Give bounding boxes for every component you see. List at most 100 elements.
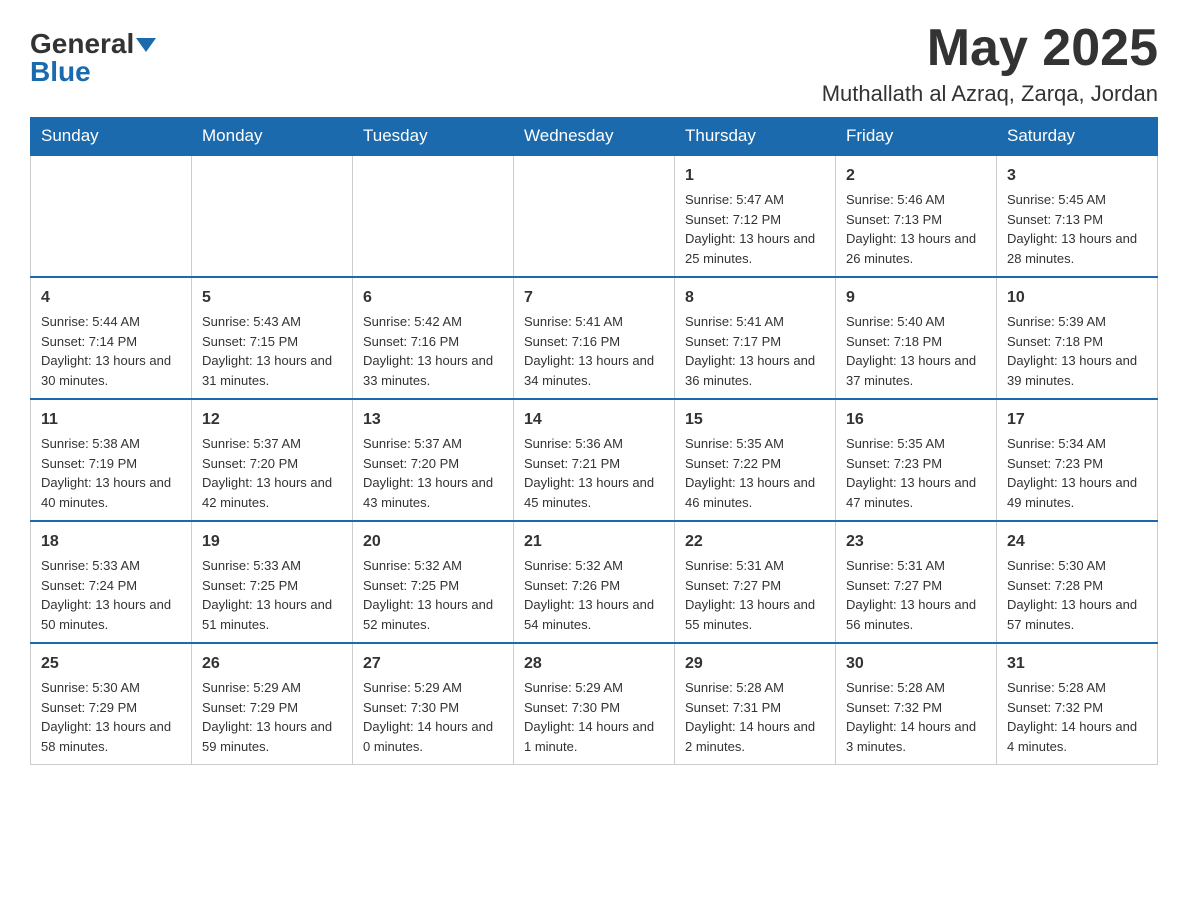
calendar-week-row: 1 Sunrise: 5:47 AM Sunset: 7:12 PM Daylig…: [31, 155, 1158, 277]
calendar-cell: 3Sunrise: 5:45 AM Sunset: 7:13 PM Daylig…: [997, 155, 1158, 277]
calendar-cell: 6 Sunrise: 5:42 AM Sunset: 7:16 PM Daylig…: [353, 277, 514, 399]
sun-info: Sunrise: 5:41 AM Sunset: 7:16 PM Dayligh…: [524, 314, 654, 388]
location-title: Muthallath al Azraq, Zarqa, Jordan: [822, 81, 1158, 107]
sun-info: Sunrise: 5:45 AM Sunset: 7:13 PM Dayligh…: [1007, 192, 1137, 266]
calendar-cell: [31, 155, 192, 277]
calendar-cell: 4 Sunrise: 5:44 AM Sunset: 7:14 PM Daylig…: [31, 277, 192, 399]
calendar-cell: 1 Sunrise: 5:47 AM Sunset: 7:12 PM Daylig…: [675, 155, 836, 277]
day-number: 1: [685, 164, 825, 188]
day-number: 8: [685, 286, 825, 310]
calendar-cell: 26Sunrise: 5:29 AM Sunset: 7:29 PM Dayli…: [192, 643, 353, 765]
day-number: 30: [846, 652, 986, 676]
header-monday: Monday: [192, 118, 353, 156]
calendar-cell: 15 Sunrise: 5:35 AM Sunset: 7:22 PM Dayli…: [675, 399, 836, 521]
day-number: 15: [685, 408, 825, 432]
sun-info: Sunrise: 5:33 AM Sunset: 7:25 PM Dayligh…: [202, 558, 332, 632]
day-number: 27: [363, 652, 503, 676]
sun-info: Sunrise: 5:33 AM Sunset: 7:24 PM Dayligh…: [41, 558, 171, 632]
sun-info: Sunrise: 5:46 AM Sunset: 7:13 PM Dayligh…: [846, 192, 976, 266]
day-number: 12: [202, 408, 342, 432]
sun-info: Sunrise: 5:29 AM Sunset: 7:29 PM Dayligh…: [202, 680, 332, 754]
calendar-week-row: 18Sunrise: 5:33 AM Sunset: 7:24 PM Dayli…: [31, 521, 1158, 643]
calendar-cell: 25 Sunrise: 5:30 AM Sunset: 7:29 PM Dayli…: [31, 643, 192, 765]
day-number: 2: [846, 164, 986, 188]
day-number: 28: [524, 652, 664, 676]
sun-info: Sunrise: 5:32 AM Sunset: 7:26 PM Dayligh…: [524, 558, 654, 632]
sun-info: Sunrise: 5:43 AM Sunset: 7:15 PM Dayligh…: [202, 314, 332, 388]
day-number: 13: [363, 408, 503, 432]
sun-info: Sunrise: 5:30 AM Sunset: 7:29 PM Dayligh…: [41, 680, 171, 754]
calendar-cell: 21 Sunrise: 5:32 AM Sunset: 7:26 PM Dayli…: [514, 521, 675, 643]
day-number: 23: [846, 530, 986, 554]
sun-info: Sunrise: 5:32 AM Sunset: 7:25 PM Dayligh…: [363, 558, 493, 632]
sun-info: Sunrise: 5:29 AM Sunset: 7:30 PM Dayligh…: [524, 680, 654, 754]
day-number: 4: [41, 286, 181, 310]
day-number: 29: [685, 652, 825, 676]
calendar-cell: 12 Sunrise: 5:37 AM Sunset: 7:20 PM Dayli…: [192, 399, 353, 521]
day-number: 31: [1007, 652, 1147, 676]
sun-info: Sunrise: 5:31 AM Sunset: 7:27 PM Dayligh…: [846, 558, 976, 632]
calendar-cell: [353, 155, 514, 277]
sun-info: Sunrise: 5:35 AM Sunset: 7:22 PM Dayligh…: [685, 436, 815, 510]
sun-info: Sunrise: 5:37 AM Sunset: 7:20 PM Dayligh…: [202, 436, 332, 510]
calendar-cell: 5 Sunrise: 5:43 AM Sunset: 7:15 PM Daylig…: [192, 277, 353, 399]
calendar-cell: 29 Sunrise: 5:28 AM Sunset: 7:31 PM Dayli…: [675, 643, 836, 765]
calendar-cell: 20 Sunrise: 5:32 AM Sunset: 7:25 PM Dayli…: [353, 521, 514, 643]
calendar-cell: 8 Sunrise: 5:41 AM Sunset: 7:17 PM Daylig…: [675, 277, 836, 399]
sun-info: Sunrise: 5:41 AM Sunset: 7:17 PM Dayligh…: [685, 314, 815, 388]
day-number: 10: [1007, 286, 1147, 310]
calendar-cell: 22 Sunrise: 5:31 AM Sunset: 7:27 PM Dayli…: [675, 521, 836, 643]
calendar-cell: 18Sunrise: 5:33 AM Sunset: 7:24 PM Dayli…: [31, 521, 192, 643]
calendar-cell: 19 Sunrise: 5:33 AM Sunset: 7:25 PM Dayli…: [192, 521, 353, 643]
sun-info: Sunrise: 5:31 AM Sunset: 7:27 PM Dayligh…: [685, 558, 815, 632]
header-thursday: Thursday: [675, 118, 836, 156]
day-number: 7: [524, 286, 664, 310]
day-number: 20: [363, 530, 503, 554]
page-header: General Blue May 2025 Muthallath al Azra…: [30, 20, 1158, 107]
calendar-cell: 11Sunrise: 5:38 AM Sunset: 7:19 PM Dayli…: [31, 399, 192, 521]
calendar-cell: 23 Sunrise: 5:31 AM Sunset: 7:27 PM Dayli…: [836, 521, 997, 643]
day-number: 19: [202, 530, 342, 554]
sun-info: Sunrise: 5:42 AM Sunset: 7:16 PM Dayligh…: [363, 314, 493, 388]
logo-general-text: General: [30, 28, 134, 59]
calendar-cell: 2 Sunrise: 5:46 AM Sunset: 7:13 PM Daylig…: [836, 155, 997, 277]
sun-info: Sunrise: 5:29 AM Sunset: 7:30 PM Dayligh…: [363, 680, 493, 754]
day-number: 14: [524, 408, 664, 432]
sun-info: Sunrise: 5:28 AM Sunset: 7:32 PM Dayligh…: [846, 680, 976, 754]
header-wednesday: Wednesday: [514, 118, 675, 156]
title-block: May 2025 Muthallath al Azraq, Zarqa, Jor…: [822, 20, 1158, 107]
calendar-cell: 14 Sunrise: 5:36 AM Sunset: 7:21 PM Dayli…: [514, 399, 675, 521]
day-number: 24: [1007, 530, 1147, 554]
calendar-cell: 16Sunrise: 5:35 AM Sunset: 7:23 PM Dayli…: [836, 399, 997, 521]
day-number: 6: [363, 286, 503, 310]
calendar-cell: 9 Sunrise: 5:40 AM Sunset: 7:18 PM Daylig…: [836, 277, 997, 399]
logo: General Blue: [30, 30, 156, 86]
sun-info: Sunrise: 5:40 AM Sunset: 7:18 PM Dayligh…: [846, 314, 976, 388]
header-friday: Friday: [836, 118, 997, 156]
sun-info: Sunrise: 5:39 AM Sunset: 7:18 PM Dayligh…: [1007, 314, 1137, 388]
day-number: 22: [685, 530, 825, 554]
sun-info: Sunrise: 5:47 AM Sunset: 7:12 PM Dayligh…: [685, 192, 815, 266]
calendar-cell: 10 Sunrise: 5:39 AM Sunset: 7:18 PM Dayli…: [997, 277, 1158, 399]
month-title: May 2025: [822, 20, 1158, 77]
calendar-cell: 28 Sunrise: 5:29 AM Sunset: 7:30 PM Dayli…: [514, 643, 675, 765]
calendar-cell: 24Sunrise: 5:30 AM Sunset: 7:28 PM Dayli…: [997, 521, 1158, 643]
sun-info: Sunrise: 5:34 AM Sunset: 7:23 PM Dayligh…: [1007, 436, 1137, 510]
calendar-cell: 30 Sunrise: 5:28 AM Sunset: 7:32 PM Dayli…: [836, 643, 997, 765]
sun-info: Sunrise: 5:28 AM Sunset: 7:31 PM Dayligh…: [685, 680, 815, 754]
sun-info: Sunrise: 5:44 AM Sunset: 7:14 PM Dayligh…: [41, 314, 171, 388]
sun-info: Sunrise: 5:36 AM Sunset: 7:21 PM Dayligh…: [524, 436, 654, 510]
calendar-cell: 17 Sunrise: 5:34 AM Sunset: 7:23 PM Dayli…: [997, 399, 1158, 521]
header-tuesday: Tuesday: [353, 118, 514, 156]
day-number: 21: [524, 530, 664, 554]
day-number: 17: [1007, 408, 1147, 432]
day-number: 9: [846, 286, 986, 310]
calendar-cell: [192, 155, 353, 277]
calendar-table: SundayMondayTuesdayWednesdayThursdayFrid…: [30, 117, 1158, 765]
header-sunday: Sunday: [31, 118, 192, 156]
day-number: 25: [41, 652, 181, 676]
logo-blue-text: Blue: [30, 56, 91, 87]
day-number: 5: [202, 286, 342, 310]
calendar-week-row: 4 Sunrise: 5:44 AM Sunset: 7:14 PM Daylig…: [31, 277, 1158, 399]
calendar-cell: 31Sunrise: 5:28 AM Sunset: 7:32 PM Dayli…: [997, 643, 1158, 765]
